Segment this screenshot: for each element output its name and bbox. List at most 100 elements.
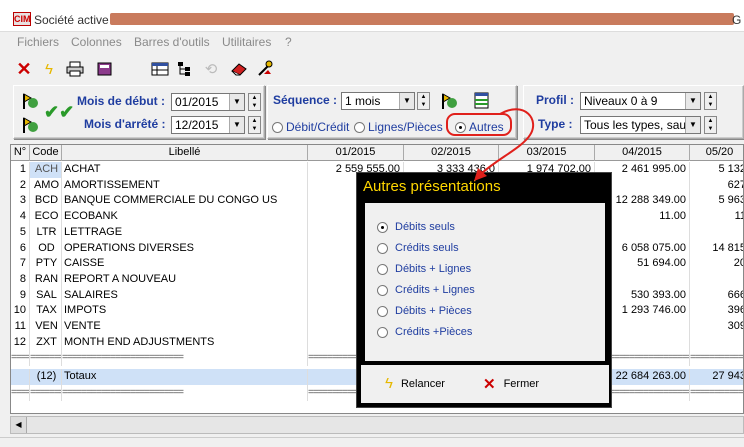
radio-debit-credit-label: Débit/Crédit <box>286 120 350 134</box>
profil-spinner[interactable]: ▲ ▼ <box>704 92 717 110</box>
scroll-left-icon[interactable]: ◀ <box>11 417 27 433</box>
table-icon[interactable] <box>149 58 171 80</box>
start-month-select[interactable]: 01/2015 ▼ <box>171 93 245 111</box>
cell-label: OPERATIONS DIVERSES <box>62 240 308 257</box>
chevron-down-icon[interactable]: ▼ <box>229 117 244 133</box>
menu-help[interactable]: ? <box>285 35 292 49</box>
menu-colonnes[interactable]: Colonnes <box>71 35 122 49</box>
radio-circle[interactable] <box>377 326 388 338</box>
flash-icon: ϟ <box>385 375 393 392</box>
option-credits-seuls[interactable]: Crédits seuls <box>377 242 459 254</box>
separator-cell: ========================= <box>62 350 308 366</box>
radio-lignes-pieces-label: Lignes/Pièces <box>368 120 443 134</box>
menu-barres-outils[interactable]: Barres d'outils <box>134 35 210 49</box>
cell-code: TAX <box>30 303 62 320</box>
end-month-spinner[interactable]: ▲ ▼ <box>248 116 261 134</box>
grid-header: N° Code Libellé 01/2015 02/2015 03/2015 … <box>11 145 743 161</box>
header-month-2[interactable]: 02/2015 <box>404 145 499 161</box>
cell-n: 10 <box>11 303 30 320</box>
cell-code: PTY <box>30 256 62 273</box>
cell-n: 1 <box>11 162 30 178</box>
cell-label: MONTH END ADJUSTMENTS <box>62 334 308 351</box>
relancer-label: Relancer <box>400 377 445 390</box>
header-code[interactable]: Code <box>30 145 62 161</box>
wizard-icon[interactable] <box>254 58 276 80</box>
eraser-icon[interactable] <box>228 58 250 80</box>
option-debits-lignes[interactable]: Débits + Lignes <box>377 263 471 275</box>
cell-label: VENTE <box>62 319 308 335</box>
type-select[interactable]: Tous les types, sauf C▼ <box>580 116 701 134</box>
fermer-label: Fermer <box>503 378 540 390</box>
double-check-icon[interactable]: ✔✔ <box>44 102 74 123</box>
end-month-select[interactable]: 12/2015 ▼ <box>171 116 245 134</box>
radio-circle[interactable] <box>272 121 283 133</box>
header-month-5[interactable]: 05/20 <box>690 145 743 161</box>
book-icon[interactable] <box>94 58 116 80</box>
radio-circle-selected[interactable] <box>377 221 388 233</box>
profile-group: Profil : Niveaux 0 à 9 ▼ ▲ ▼ Type : Tous l… <box>523 85 744 139</box>
cell-label: Totaux <box>62 369 308 385</box>
title-bar: CIM Société active G <box>0 0 744 32</box>
chevron-down-icon[interactable]: ▼ <box>229 94 244 110</box>
radio-autres[interactable]: Autres <box>455 120 504 134</box>
window-title-suffix: G <box>732 13 742 27</box>
option-credits-lignes[interactable]: Crédits + Lignes <box>377 284 475 296</box>
profil-select[interactable]: Niveaux 0 à 9 ▼ <box>580 92 701 110</box>
radio-circle[interactable] <box>377 263 388 275</box>
menu-fichiers[interactable]: Fichiers <box>17 35 59 49</box>
header-month-1[interactable]: 01/2015 <box>308 145 404 161</box>
print-icon[interactable] <box>64 58 86 80</box>
option-debits-pieces[interactable]: Débits + Pièces <box>377 305 472 317</box>
refresh-icon[interactable]: ⟲ <box>200 58 222 80</box>
start-month-spinner[interactable]: ▲ ▼ <box>248 93 261 111</box>
cursor-flag-icon-3[interactable] <box>440 91 460 114</box>
cell-label: LETTRAGE <box>62 224 308 241</box>
separator-cell: ========================= <box>690 385 743 401</box>
chevron-down-icon[interactable]: ▼ <box>685 117 700 133</box>
grid-settings-icon[interactable] <box>473 91 491 114</box>
sequence-spinner[interactable]: ▲ ▼ <box>417 92 430 110</box>
fermer-button[interactable]: ✕ Fermer <box>483 375 539 393</box>
cell-code: LTR <box>30 224 62 241</box>
option-label: Crédits + Lignes <box>395 284 475 296</box>
sequence-select[interactable]: 1 mois ▼ <box>341 92 415 110</box>
radio-circle[interactable] <box>377 284 388 296</box>
option-label: Débits + Lignes <box>395 263 472 275</box>
radio-circle[interactable] <box>377 242 388 254</box>
relancer-button[interactable]: ϟ Relancer <box>385 375 445 392</box>
menu-utilitaires[interactable]: Utilitaires <box>222 35 271 49</box>
cell-code: VEN <box>30 319 62 335</box>
cell-label: CAISSE <box>62 256 308 273</box>
flash-icon[interactable]: ϟ <box>38 58 60 80</box>
header-number[interactable]: N° <box>11 145 30 161</box>
type-value: Tous les types, sauf C <box>584 118 690 132</box>
window-title: Société active <box>34 13 109 27</box>
type-spinner[interactable]: ▲ ▼ <box>704 116 717 134</box>
header-month-4[interactable]: 04/2015 <box>595 145 690 161</box>
option-credits-pieces[interactable]: Crédits +Pièces <box>377 326 472 338</box>
radio-debit-credit[interactable]: Débit/Crédit <box>272 120 349 134</box>
cell-label: BANQUE COMMERCIALE DU CONGO US <box>62 193 308 210</box>
cell-label: IMPOTS <box>62 303 308 320</box>
cell-n: 6 <box>11 240 30 257</box>
cursor-flag-icon-2 <box>21 115 41 138</box>
header-month-3[interactable]: 03/2015 <box>499 145 595 161</box>
cell-label: ACHAT <box>62 162 308 178</box>
chevron-down-icon[interactable]: ▼ <box>685 93 700 109</box>
option-debits-seuls[interactable]: Débits seuls <box>377 221 455 233</box>
horizontal-scrollbar[interactable]: ◀ <box>10 416 744 434</box>
radio-circle[interactable] <box>354 121 365 133</box>
radio-lignes-pieces[interactable]: Lignes/Pièces <box>354 120 443 134</box>
cell-n: 9 <box>11 287 30 304</box>
separator-cell: ========================= <box>30 350 62 366</box>
cell-m5 <box>690 272 743 288</box>
header-libelle[interactable]: Libellé <box>62 145 308 161</box>
type-label: Type : <box>538 117 573 131</box>
radio-circle-selected[interactable] <box>455 121 466 133</box>
chevron-down-icon[interactable]: ▼ <box>399 93 414 109</box>
cell-n: 7 <box>11 256 30 273</box>
cell-label: SALAIRES <box>62 287 308 304</box>
tree-icon[interactable] <box>174 58 196 80</box>
radio-circle[interactable] <box>377 305 388 317</box>
close-icon[interactable]: ✕ <box>13 58 35 80</box>
